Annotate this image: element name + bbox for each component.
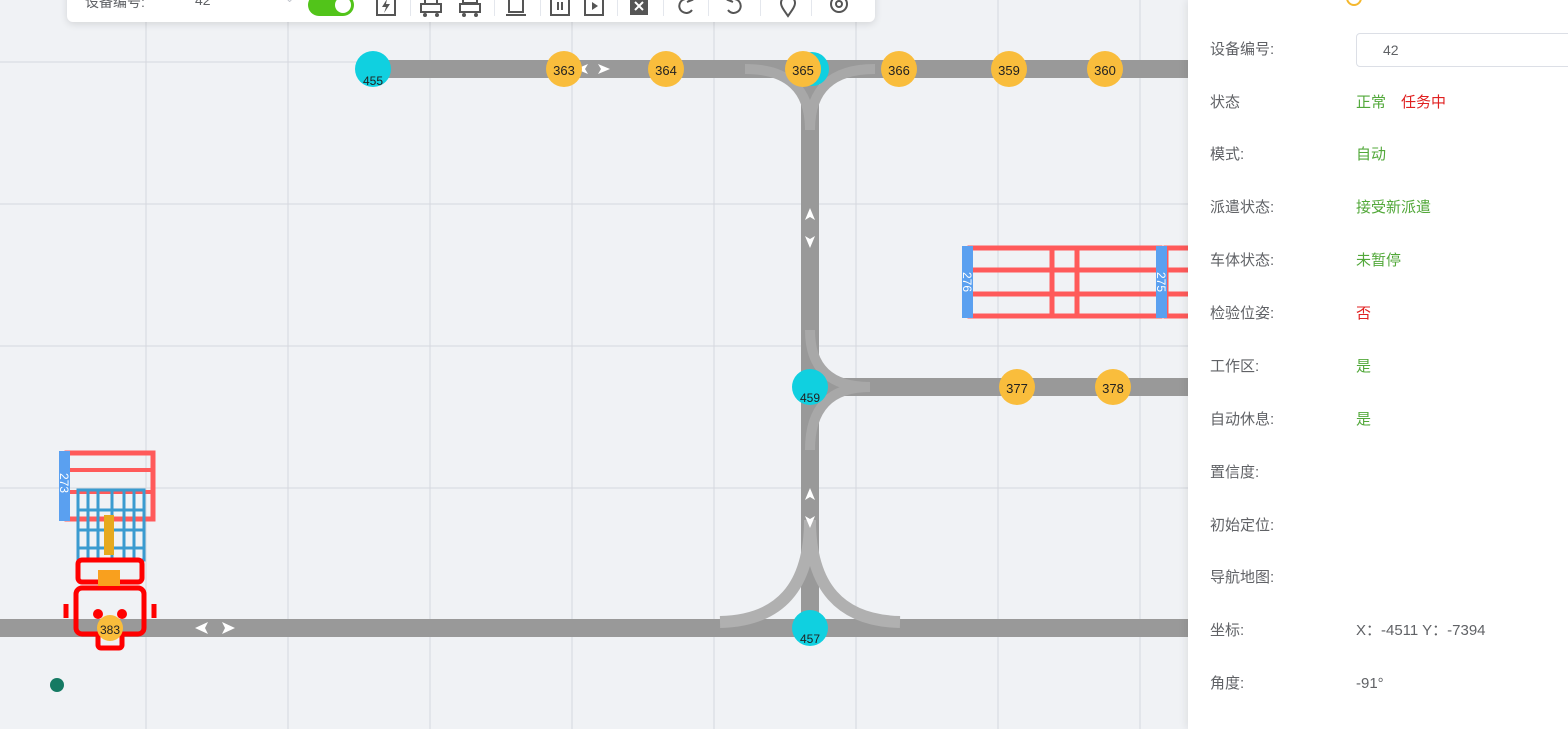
shelf-label: 275	[1154, 272, 1168, 292]
device-info-panel: 设备编号: 42 状态 正常 任务中 模式: 自动 派遣状态: 接受新派遣 车体…	[1188, 0, 1568, 729]
toolbar-device-label: 设备编号:	[85, 0, 145, 10]
agv-mast	[104, 515, 114, 555]
node-label: 459	[800, 391, 820, 405]
auto-rest-label: 自动休息:	[1210, 411, 1275, 428]
status-label: 状态	[1210, 94, 1241, 111]
charger-marker[interactable]	[50, 678, 64, 692]
device-id-field[interactable]: 42	[1356, 33, 1568, 67]
charge-icon[interactable]	[374, 0, 398, 18]
initial-position-label: 初始定位:	[1210, 517, 1275, 534]
body-state-value: 未暂停	[1356, 252, 1402, 269]
pose-check-label: 检验位姿:	[1210, 305, 1275, 322]
node-377[interactable]: 377	[999, 369, 1035, 405]
node-455[interactable]: 455	[355, 51, 391, 88]
angle-label: 角度:	[1210, 675, 1245, 692]
coordinates-label: 坐标:	[1210, 622, 1245, 639]
body-state-label: 车体状态:	[1210, 252, 1275, 269]
undo-icon[interactable]	[674, 0, 698, 18]
node-457[interactable]: 457	[792, 610, 828, 646]
delete-icon[interactable]	[627, 0, 651, 18]
dispatch-value: 接受新派遣	[1356, 199, 1432, 216]
play-icon[interactable]	[582, 0, 606, 18]
toolbar-divider	[760, 0, 761, 16]
workzone-value: 是	[1356, 358, 1372, 375]
dispatch-label: 派遣状态:	[1210, 199, 1275, 216]
shelf-276[interactable]: 276	[960, 245, 1163, 319]
toolbar-divider	[540, 0, 541, 16]
status-indicator-icon	[1346, 0, 1362, 6]
node-label: 360	[1094, 63, 1116, 78]
device-id-label: 设备编号:	[1210, 41, 1275, 58]
toolbar-divider	[494, 0, 495, 16]
agv-icon[interactable]	[419, 0, 443, 18]
node-359[interactable]: 359	[991, 51, 1027, 87]
node-364[interactable]: 364	[648, 51, 684, 87]
node-label: 364	[655, 63, 677, 78]
curve-bottom-right	[804, 519, 901, 628]
node-label: 378	[1102, 381, 1124, 396]
road-network	[0, 60, 1190, 637]
node-366[interactable]: 366	[881, 51, 917, 87]
map-canvas[interactable]: 276 275 273 455 363 364 365 366 359 360 …	[0, 0, 1568, 729]
agv-load-icon[interactable]	[458, 0, 482, 18]
node-363[interactable]: 363	[546, 51, 582, 87]
confidence-label: 置信度:	[1210, 464, 1260, 481]
status-task-badge: 任务中	[1401, 94, 1447, 111]
node-label: 359	[998, 63, 1020, 78]
enable-toggle[interactable]	[308, 0, 354, 16]
coordinates-value: X：-4511 Y：-7394	[1356, 622, 1486, 639]
chevron-down-icon[interactable]: ⌄	[285, 0, 294, 5]
station-icon[interactable]	[504, 0, 528, 18]
node-label: 455	[363, 74, 383, 88]
toolbar-divider	[811, 0, 812, 16]
node-label: 365	[792, 63, 814, 78]
angle-value: -91°	[1356, 675, 1384, 692]
location-pin-icon[interactable]	[776, 0, 800, 18]
toolbar-divider	[708, 0, 709, 16]
nav-map-label: 导航地图:	[1210, 569, 1275, 586]
node-label: 383	[100, 623, 120, 637]
redo-icon[interactable]	[722, 0, 746, 18]
auto-rest-value: 是	[1356, 411, 1372, 428]
toolbar: 设备编号: 42 ⌄	[67, 0, 875, 22]
target-icon[interactable]	[827, 0, 851, 18]
mode-label: 模式:	[1210, 146, 1245, 163]
node-459[interactable]: 459	[792, 369, 828, 405]
node-360[interactable]: 360	[1087, 51, 1123, 87]
toolbar-divider	[663, 0, 664, 16]
curve-bottom-left	[719, 519, 816, 628]
node-365[interactable]: 365	[785, 51, 821, 87]
node-378[interactable]: 378	[1095, 369, 1131, 405]
status-normal-badge: 正常	[1356, 94, 1387, 111]
node-label: 366	[888, 63, 910, 78]
toolbar-device-select[interactable]: 42	[195, 0, 211, 8]
toolbar-divider	[617, 0, 618, 16]
pose-check-value: 否	[1356, 305, 1372, 322]
node-label: 377	[1006, 381, 1028, 396]
shelf-label: 276	[960, 272, 974, 292]
node-383[interactable]: 383	[97, 615, 123, 641]
node-label: 457	[800, 632, 820, 646]
pause-icon[interactable]	[548, 0, 572, 18]
workzone-label: 工作区:	[1210, 358, 1260, 375]
node-label: 363	[553, 63, 575, 78]
shelf-label: 273	[57, 473, 71, 493]
toolbar-divider	[410, 0, 411, 16]
mode-value: 自动	[1356, 146, 1387, 163]
